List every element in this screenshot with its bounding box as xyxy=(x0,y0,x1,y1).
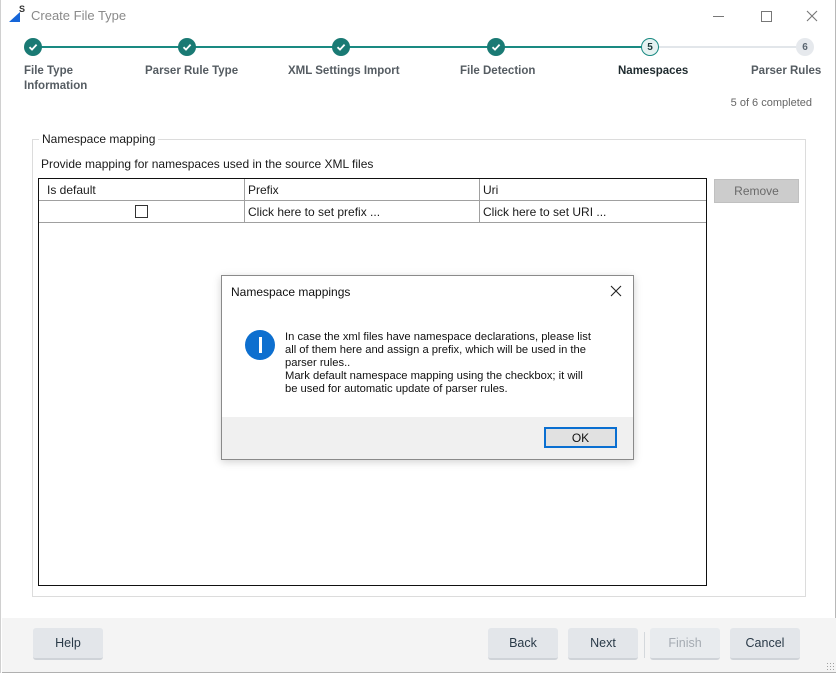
step-5-indicator: 5 xyxy=(641,38,659,56)
column-header-is-default[interactable]: Is default xyxy=(39,179,245,200)
dialog-close-button[interactable] xyxy=(607,282,625,300)
create-file-type-window: S Create File Type 5 6 File Type Informa… xyxy=(0,0,836,673)
uri-cell[interactable]: Click here to set URI ... xyxy=(480,201,706,222)
maximize-icon xyxy=(760,10,772,22)
minimize-icon xyxy=(712,15,724,17)
ok-button[interactable]: OK xyxy=(544,427,617,448)
close-icon xyxy=(806,10,818,22)
column-header-prefix[interactable]: Prefix xyxy=(245,179,480,200)
is-default-checkbox[interactable] xyxy=(135,205,148,218)
is-default-cell xyxy=(39,201,245,222)
prefix-cell[interactable]: Click here to set prefix ... xyxy=(245,201,480,222)
step-6-indicator: 6 xyxy=(796,38,814,56)
resize-grip-icon[interactable] xyxy=(826,662,834,670)
namespace-mappings-dialog: Namespace mappings In case the xml files… xyxy=(221,275,634,460)
dialog-footer: OK xyxy=(222,417,633,459)
progress-text: 5 of 6 completed xyxy=(730,97,812,109)
step-2-label: Parser Rule Type xyxy=(145,65,239,77)
app-logo-icon: S xyxy=(9,4,25,23)
footer-separator xyxy=(644,632,645,658)
group-title: Namespace mapping xyxy=(39,132,159,146)
info-icon xyxy=(245,330,275,360)
step-1-label: File Type Information xyxy=(24,65,88,92)
next-button[interactable]: Next xyxy=(568,628,638,660)
column-header-uri[interactable]: Uri xyxy=(480,179,706,200)
step-3-check-icon xyxy=(332,38,350,56)
step-1-check-icon xyxy=(24,38,42,56)
step-4-check-icon xyxy=(487,38,505,56)
help-button[interactable]: Help xyxy=(33,628,103,660)
step-2-check-icon xyxy=(178,38,196,56)
back-button[interactable]: Back xyxy=(488,628,558,660)
step-3-label: XML Settings Import xyxy=(288,65,400,77)
finish-button[interactable]: Finish xyxy=(650,628,720,660)
dialog-title: Namespace mappings xyxy=(231,285,351,299)
step-4-label: File Detection xyxy=(460,65,536,77)
close-button[interactable] xyxy=(789,0,835,32)
window-title: Create File Type xyxy=(31,8,127,23)
close-icon xyxy=(610,285,622,297)
wizard-stepper: 5 6 File Type Information Parser Rule Ty… xyxy=(1,36,836,96)
group-description: Provide mapping for namespaces used in t… xyxy=(41,157,374,171)
remove-button[interactable]: Remove xyxy=(714,179,799,203)
step-6-label: Parser Rules xyxy=(751,65,822,77)
minimize-button[interactable] xyxy=(695,0,741,32)
stepper-remaining-line xyxy=(659,46,797,48)
table-header: Is default Prefix Uri xyxy=(39,179,706,201)
title-bar: S Create File Type xyxy=(1,0,835,32)
maximize-button[interactable] xyxy=(743,0,789,32)
cancel-button[interactable]: Cancel xyxy=(730,628,800,660)
step-5-label: Namespaces xyxy=(618,65,689,77)
dialog-message: In case the xml files have namespace dec… xyxy=(285,331,591,395)
wizard-footer: Help Back Next Finish Cancel xyxy=(2,618,836,673)
table-row: Click here to set prefix ... Click here … xyxy=(39,201,706,223)
